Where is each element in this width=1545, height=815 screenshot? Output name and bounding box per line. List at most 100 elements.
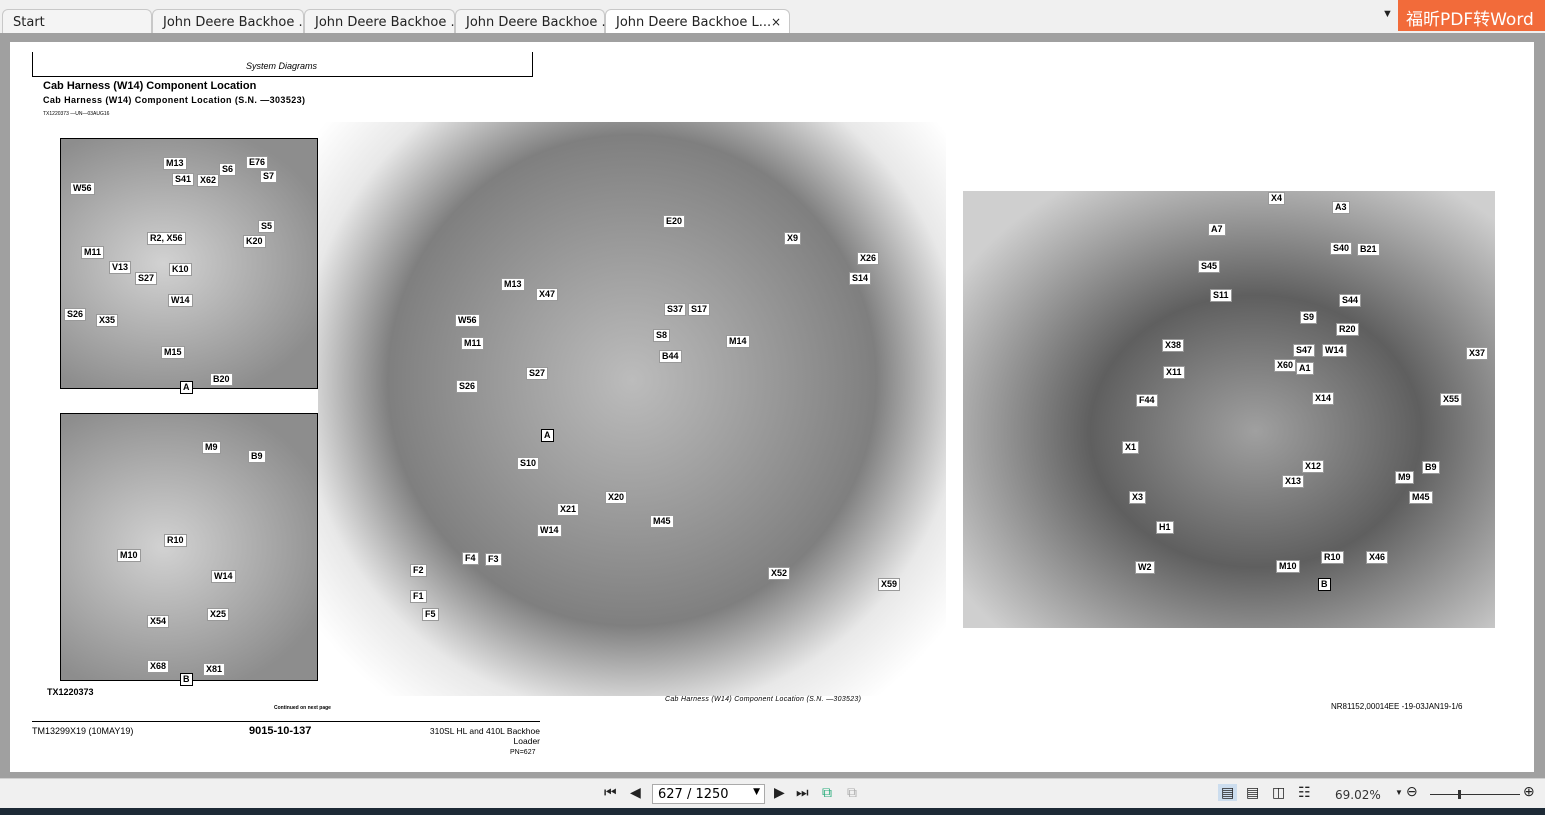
callout-label-main: M11 [461,337,485,350]
convert-to-word-button[interactable]: 福昕PDF转Word [1398,0,1545,31]
tab-document-3[interactable]: John Deere Backhoe ... [455,9,614,33]
page-number-input[interactable]: 627 / 1250 ▼ [652,784,765,804]
callout-label-right: M10 [1276,560,1300,573]
figure-caption: Cab Harness (W14) Component Location (S.… [665,696,862,703]
callout-label-insetA: M13 [163,157,187,170]
tab-label: Start [13,15,45,30]
callout-label-main: F3 [485,553,502,566]
tab-document-1[interactable]: John Deere Backhoe ... [152,9,311,33]
pdf-page: System Diagrams Cab Harness (W14) Compon… [10,42,1534,772]
callout-label-main: X52 [768,567,791,580]
callout-label-insetB: B [180,673,193,686]
tab-document-active[interactable]: John Deere Backhoe L... × [605,9,790,33]
callout-label-insetA: B20 [210,373,233,386]
facing-pages-icon[interactable]: ◫ [1272,784,1285,801]
zoom-in-icon[interactable]: ⊕ [1523,783,1535,800]
callout-label-main: M13 [501,278,525,291]
callout-label-right: A7 [1208,223,1226,236]
tab-list-dropdown-icon[interactable]: ▼ [1382,8,1393,20]
callout-label-right: S11 [1210,289,1232,302]
callout-label-insetA: S5 [258,220,276,233]
section-title: System Diagrams [246,61,318,71]
zoom-slider[interactable] [1430,790,1520,799]
previous-page-icon[interactable]: ◀ [630,784,641,801]
callout-label-right: F44 [1136,394,1158,407]
callout-label-main: F4 [462,552,479,565]
callout-label-main: F5 [422,608,439,621]
right-detail-diagram [963,191,1495,628]
chevron-down-icon[interactable]: ▼ [753,787,760,797]
figure-id: TX1220373 [47,687,94,697]
callout-label-right: X14 [1312,392,1335,405]
callout-label-insetA: S26 [64,308,87,321]
callout-label-main: M45 [650,515,674,528]
callout-label-right: B [1318,578,1331,591]
callout-label-insetA: A [180,381,193,394]
callout-label-right: A3 [1332,201,1350,214]
callout-label-right: S44 [1339,294,1362,307]
previous-view-icon[interactable]: ⧉ [822,784,832,801]
first-page-icon[interactable]: ⏮ [604,784,617,801]
callout-label-insetB: M10 [117,549,141,562]
callout-label-right: X38 [1162,339,1185,352]
next-page-icon[interactable]: ▶ [774,784,785,801]
tab-label: John Deere Backhoe L... [616,15,772,30]
callout-label-main: B44 [659,350,682,363]
callout-label-insetA: S41 [172,173,195,186]
callout-label-right: X11 [1163,366,1185,379]
callout-label-insetA: S7 [260,170,278,183]
callout-label-right: X4 [1268,192,1286,205]
callout-label-right: R10 [1321,551,1344,564]
close-tab-icon[interactable]: × [771,15,781,29]
callout-label-insetA: S27 [135,272,158,285]
callout-label-main: S26 [456,380,479,393]
callout-label-right: X12 [1302,460,1325,473]
callout-label-right: R20 [1336,323,1359,336]
callout-label-insetA: K20 [243,235,266,248]
zoom-out-icon[interactable]: ⊖ [1406,783,1418,800]
callout-label-main: S10 [517,457,540,470]
next-view-icon[interactable]: ⧉ [847,784,857,801]
callout-label-main: S14 [849,272,872,285]
last-page-icon[interactable]: ⏭ [796,784,809,801]
callout-label-right: X37 [1466,347,1489,360]
callout-label-insetB: X68 [147,660,170,673]
callout-label-right: X13 [1282,475,1305,488]
continuous-page-icon[interactable]: ▤ [1246,784,1259,801]
zoom-slider-thumb[interactable] [1458,790,1461,799]
footer-product: 310SL HL and 410L Backhoe Loader [429,726,540,746]
tab-label: John Deere Backhoe ... [466,15,614,30]
callout-label-right: S47 [1293,344,1316,357]
callout-label-insetA: X62 [197,174,220,187]
zoom-level[interactable]: 69.02% [1335,788,1381,802]
continuous-facing-icon[interactable]: ☷ [1298,784,1311,801]
tab-document-2[interactable]: John Deere Backhoe ... [304,9,463,33]
zoom-dropdown-icon[interactable]: ▼ [1395,788,1403,797]
callout-label-main: W56 [455,314,480,327]
callout-label-right: M45 [1409,491,1433,504]
callout-label-insetA: K10 [169,263,192,276]
page-subtitle: Cab Harness (W14) Component Location (S.… [43,95,306,105]
callout-label-right: W2 [1135,561,1155,574]
callout-label-main: X26 [857,252,880,265]
callout-label-main: X21 [557,503,580,516]
page-title: Cab Harness (W14) Component Location [43,80,257,92]
callout-label-main: S37 [664,303,687,316]
callout-label-insetA: W14 [168,294,193,307]
tab-start[interactable]: Start [2,9,152,33]
page-number-value: 627 / 1250 [658,787,729,802]
callout-label-insetB: R10 [164,534,187,547]
callout-label-main: F2 [410,564,427,577]
footer-page-number: 9015-10-137 [249,725,312,737]
callout-label-insetA: V13 [109,261,132,274]
callout-label-insetB: M9 [202,441,221,454]
single-page-icon[interactable]: ▤ [1218,784,1238,801]
callout-label-insetA: R2, X56 [147,232,186,245]
callout-label-right: S40 [1330,242,1353,255]
callout-label-insetA: M15 [161,346,185,359]
bottom-toolbar: ⏮ ◀ 627 / 1250 ▼ ▶ ⏭ ⧉ ⧉ ▤ ▤ ◫ ☷ 69.02% ▼… [0,778,1545,808]
callout-label-main: X47 [536,288,559,301]
tab-label: John Deere Backhoe ... [163,15,311,30]
callout-label-insetB: X81 [203,663,226,676]
footer-manual-id: TM13299X19 (10MAY19) [32,726,134,736]
